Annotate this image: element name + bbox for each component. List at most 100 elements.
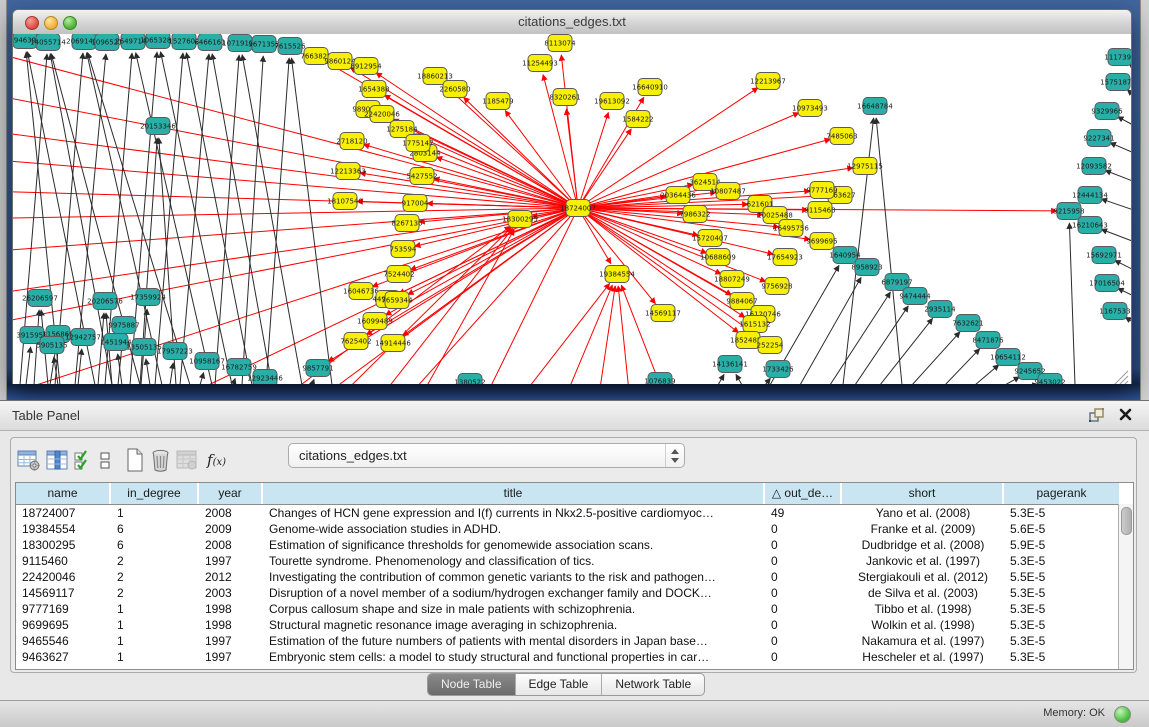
close-panel-icon[interactable]: [1118, 407, 1133, 422]
column-header-short[interactable]: short: [842, 483, 1004, 504]
table-row[interactable]: 1456911722003Disruption of a novel membe…: [16, 585, 1133, 601]
table-row[interactable]: 2242004622012Investigating the contribut…: [16, 569, 1133, 585]
network-edge[interactable]: [242, 55, 302, 384]
table-cell[interactable]: 1998: [199, 617, 263, 633]
network-edge[interactable]: [578, 208, 655, 304]
network-canvas[interactable]: 1872400776638229860124891295416543889890…: [13, 34, 1131, 384]
network-edge[interactable]: [975, 365, 999, 384]
table-cell[interactable]: 9777169: [16, 601, 111, 617]
table-row[interactable]: 977716911998Corpus callosum shape and si…: [16, 601, 1133, 617]
table-cell[interactable]: 1: [111, 649, 199, 665]
network-edge[interactable]: [800, 277, 861, 384]
network-edge[interactable]: [1118, 117, 1131, 133]
table-cell[interactable]: 5.3E-5: [1004, 553, 1119, 569]
table-cell[interactable]: 9463627: [16, 649, 111, 665]
table-cell[interactable]: 22420046: [16, 569, 111, 585]
network-edge[interactable]: [566, 109, 578, 208]
table-cell[interactable]: 0: [765, 553, 842, 569]
network-edge[interactable]: [13, 34, 578, 208]
table-cell[interactable]: Nakamura et al. (1997): [842, 633, 1004, 649]
network-edge[interactable]: [242, 56, 263, 384]
table-cell[interactable]: 2012: [199, 569, 263, 585]
network-edge[interactable]: [13, 208, 578, 301]
import-table-icon[interactable]: [176, 449, 198, 471]
table-cell[interactable]: 6: [111, 521, 199, 537]
network-edge[interactable]: [215, 55, 239, 384]
network-edge[interactable]: [1115, 260, 1131, 277]
network-edge[interactable]: [1105, 170, 1131, 187]
table-cell[interactable]: 0: [765, 537, 842, 553]
table-cell[interactable]: 2: [111, 569, 199, 585]
table-cell[interactable]: 0: [765, 633, 842, 649]
network-edge[interactable]: [765, 378, 770, 384]
edit-columns-icon[interactable]: [74, 449, 93, 472]
network-edge[interactable]: [1005, 377, 1020, 384]
table-cell[interactable]: 1: [111, 633, 199, 649]
table-row[interactable]: 946362711997Embryonic stem cells: a mode…: [16, 649, 1133, 665]
table-cell[interactable]: Disruption of a novel member of a sodium…: [263, 585, 765, 601]
table-cell[interactable]: 5.3E-5: [1004, 633, 1119, 649]
table-row[interactable]: 911546021997Tourette syndrome. Phenomeno…: [16, 553, 1133, 569]
resize-grip-icon[interactable]: [1114, 371, 1128, 384]
column-header-year[interactable]: year: [199, 483, 263, 504]
network-edge[interactable]: [78, 349, 82, 384]
table-cell[interactable]: 2: [111, 585, 199, 601]
table-cell[interactable]: 18300295: [16, 537, 111, 553]
table-cell[interactable]: Wolkin et al. (1998): [842, 617, 1004, 633]
network-edge[interactable]: [736, 374, 742, 384]
network-table-selector[interactable]: citations_edges.txt: [288, 443, 685, 468]
column-header-out_de[interactable]: △ out_de…: [765, 483, 842, 504]
table-cell[interactable]: Corpus callosum shape and size in male p…: [263, 601, 765, 617]
network-edge[interactable]: [1069, 223, 1075, 384]
vertical-scrollbar[interactable]: [1118, 504, 1133, 669]
network-edge[interactable]: [1118, 288, 1131, 303]
table-cell[interactable]: Tourette syndrome. Phenomenology and cla…: [263, 553, 765, 569]
table-cell[interactable]: Embryonic stem cells: a model to study s…: [263, 649, 765, 665]
table-cell[interactable]: 2003: [199, 585, 263, 601]
table-cell[interactable]: 9465546: [16, 633, 111, 649]
network-edge[interactable]: [621, 285, 680, 384]
table-cell[interactable]: Genome-wide association studies in ADHD.: [263, 521, 765, 537]
table-cell[interactable]: 5.3E-5: [1004, 601, 1119, 617]
table-cell[interactable]: 5.5E-5: [1004, 569, 1119, 585]
table-cell[interactable]: 49: [765, 505, 842, 521]
table-cell[interactable]: 1998: [199, 601, 263, 617]
table-row[interactable]: 969969511998Structural magnetic resonanc…: [16, 617, 1133, 633]
table-cell[interactable]: 0: [765, 569, 842, 585]
table-cell[interactable]: Hescheler et al. (1997): [842, 649, 1004, 665]
table-cell[interactable]: 1997: [199, 649, 263, 665]
table-cell[interactable]: 5.3E-5: [1004, 505, 1119, 521]
network-edge[interactable]: [266, 58, 289, 384]
table-cell[interactable]: 6: [111, 537, 199, 553]
network-edge[interactable]: [233, 378, 235, 384]
table-row[interactable]: 946554611997Estimation of the future num…: [16, 633, 1133, 649]
table-cell[interactable]: 5.9E-5: [1004, 537, 1119, 553]
table-cell[interactable]: 5.3E-5: [1004, 649, 1119, 665]
table-cell[interactable]: Structural magnetic resonance image aver…: [263, 617, 765, 633]
network-edge[interactable]: [13, 171, 578, 208]
table-cell[interactable]: Tibbo et al. (1998): [842, 601, 1004, 617]
tab-network-table[interactable]: Network Table: [602, 674, 704, 695]
table-cell[interactable]: Changes of HCN gene expression and I(f) …: [263, 505, 765, 521]
tab-node-table[interactable]: Node Table: [428, 674, 516, 695]
network-edge[interactable]: [146, 359, 150, 384]
table-row[interactable]: 1872400712008Changes of HCN gene express…: [16, 505, 1133, 521]
network-edge[interactable]: [618, 286, 635, 384]
table-cell[interactable]: 0: [765, 601, 842, 617]
network-edge[interactable]: [200, 373, 204, 384]
table-cell[interactable]: 19384554: [16, 521, 111, 537]
new-document-icon[interactable]: [125, 448, 145, 472]
network-edge[interactable]: [945, 349, 980, 384]
table-settings-icon[interactable]: [17, 449, 41, 472]
table-cell[interactable]: Dudbridge et al. (2008): [842, 537, 1004, 553]
table-cell[interactable]: Stergiakouli et al. (2012): [842, 569, 1004, 585]
network-window-titlebar[interactable]: citations_edges.txt: [13, 10, 1131, 35]
network-edge[interactable]: [590, 286, 615, 384]
network-edge[interactable]: [880, 318, 933, 384]
network-edge[interactable]: [13, 34, 578, 208]
table-cell[interactable]: 5.3E-5: [1004, 585, 1119, 601]
network-edge[interactable]: [312, 379, 314, 384]
row-height-icon[interactable]: [98, 449, 112, 472]
table-cell[interactable]: Investigating the contribution of common…: [263, 569, 765, 585]
table-cell[interactable]: 1997: [199, 553, 263, 569]
